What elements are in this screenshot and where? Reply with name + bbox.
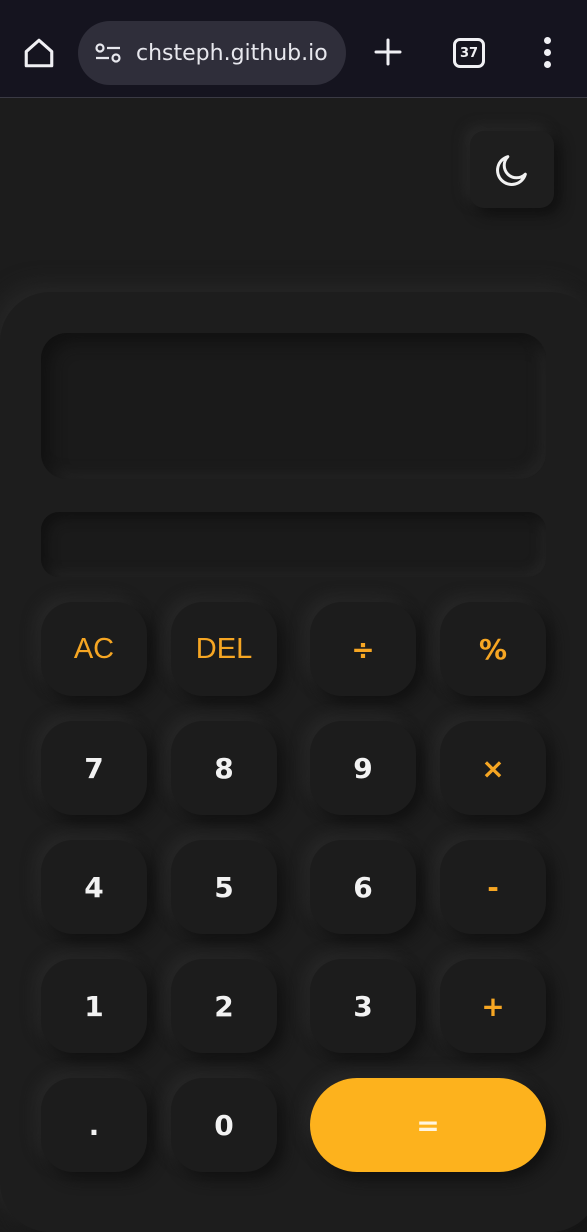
digit-9-button[interactable]: 9 xyxy=(310,721,416,815)
digit-0-button[interactable]: 0 xyxy=(171,1078,277,1172)
tune-icon[interactable] xyxy=(88,42,128,64)
theme-toggle-button[interactable] xyxy=(470,131,554,208)
digit-8-button[interactable]: 8 xyxy=(171,721,277,815)
tab-count: 37 xyxy=(459,45,479,61)
digit-4-button[interactable]: 4 xyxy=(41,840,147,934)
equals-button[interactable]: = xyxy=(310,1078,546,1172)
tab-switcher-button[interactable]: 37 xyxy=(453,38,485,68)
digit-3-button[interactable]: 3 xyxy=(310,959,416,1053)
digit-2-button[interactable]: 2 xyxy=(171,959,277,1053)
moon-icon xyxy=(496,154,527,186)
plus-button[interactable]: + xyxy=(440,959,546,1053)
delete-button[interactable]: DEL xyxy=(171,602,277,696)
browser-toolbar: chsteph.github.io 37 xyxy=(0,0,587,98)
plus-icon[interactable] xyxy=(368,32,408,72)
minus-button[interactable]: - xyxy=(440,840,546,934)
url-text: chsteph.github.io xyxy=(136,40,328,66)
main-display xyxy=(41,333,546,479)
percent-button[interactable]: % xyxy=(440,602,546,696)
home-icon[interactable] xyxy=(18,32,60,74)
previous-operand-display xyxy=(41,512,546,577)
digit-6-button[interactable]: 6 xyxy=(310,840,416,934)
address-bar[interactable]: chsteph.github.io xyxy=(78,21,346,85)
digit-5-button[interactable]: 5 xyxy=(171,840,277,934)
decimal-point-button[interactable]: . xyxy=(41,1078,147,1172)
multiply-button[interactable]: × xyxy=(440,721,546,815)
more-vertical-icon[interactable] xyxy=(530,32,564,72)
divide-button[interactable]: ÷ xyxy=(310,602,416,696)
digit-1-button[interactable]: 1 xyxy=(41,959,147,1053)
digit-7-button[interactable]: 7 xyxy=(41,721,147,815)
all-clear-button[interactable]: AC xyxy=(41,602,147,696)
